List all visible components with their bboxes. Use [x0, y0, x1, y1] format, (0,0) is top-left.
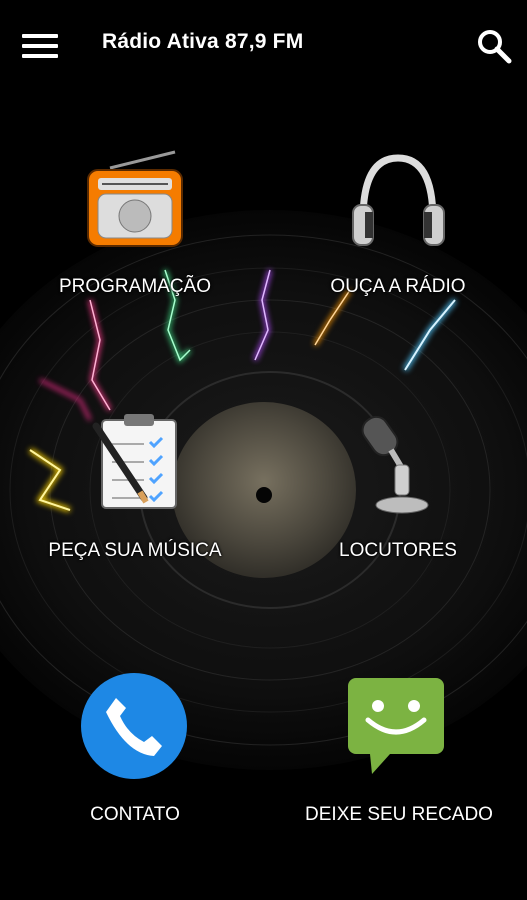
radio-icon	[87, 150, 183, 247]
menu-label-contato: CONTATO	[90, 804, 180, 825]
message-icon	[348, 678, 444, 774]
phone-icon	[81, 673, 187, 779]
app-title: Rádio Ativa 87,9 FM	[102, 30, 304, 53]
headphones-icon	[352, 154, 445, 246]
app-bar: Rádio Ativa 87,9 FM	[0, 0, 527, 92]
menu-label-peca-sua-musica: PEÇA SUA MÚSICA	[48, 540, 222, 561]
clipboard-checklist-icon	[92, 414, 177, 509]
menu-label-ouca-a-radio: OUÇA A RÁDIO	[330, 276, 466, 297]
menu-item-contato[interactable]: CONTATO	[40, 672, 230, 837]
search-icon[interactable]	[474, 26, 514, 66]
menu-item-ouca-a-radio[interactable]: OUÇA A RÁDIO	[303, 150, 493, 310]
hamburger-menu-icon[interactable]	[22, 34, 58, 58]
microphone-icon	[361, 415, 429, 514]
menu-item-locutores[interactable]: LOCUTORES	[303, 410, 493, 570]
menu-item-deixe-seu-recado[interactable]: DEIXE SEU RECADO	[296, 672, 502, 837]
menu-item-programacao[interactable]: PROGRAMAÇÃO	[40, 150, 230, 310]
menu-label-locutores: LOCUTORES	[339, 540, 457, 561]
menu-item-peca-sua-musica[interactable]: PEÇA SUA MÚSICA	[40, 410, 230, 570]
menu-label-programacao: PROGRAMAÇÃO	[58, 276, 212, 297]
menu-label-deixe-seu-recado: DEIXE SEU RECADO	[305, 804, 493, 825]
